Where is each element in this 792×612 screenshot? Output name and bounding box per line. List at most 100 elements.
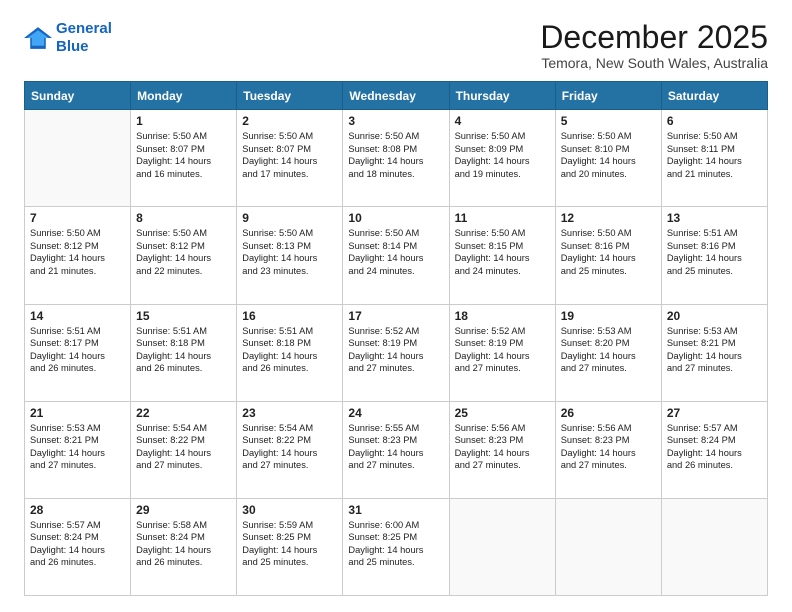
calendar-cell: 5 Sunrise: 5:50 AMSunset: 8:10 PMDaylight…: [555, 110, 661, 207]
cell-content: Sunrise: 5:54 AMSunset: 8:22 PMDaylight:…: [136, 422, 231, 472]
calendar-week-row: 1Sunrise: 5:50 AMSunset: 8:07 PMDaylight…: [25, 110, 768, 207]
day-number: 3: [348, 114, 443, 128]
day-number: 26: [561, 406, 656, 420]
cell-content: Sunrise: 5:50 AMSunset: 8:11 PMDaylight:…: [667, 130, 762, 180]
cell-content: Sunrise: 5:50 AMSunset: 8:09 PMDaylight:…: [455, 130, 550, 180]
day-number: 8: [136, 211, 231, 225]
calendar-cell: 2 Sunrise: 5:50 AMSunset: 8:07 PMDaylight…: [237, 110, 343, 207]
calendar-cell: 26 Sunrise: 5:56 AMSunset: 8:23 PMDayligh…: [555, 401, 661, 498]
day-number: 11: [455, 211, 550, 225]
day-number: 30: [242, 503, 337, 517]
day-number: 14: [30, 309, 125, 323]
calendar-cell: 25Sunrise: 5:56 AMSunset: 8:23 PMDayligh…: [449, 401, 555, 498]
calendar-cell: 13Sunrise: 5:51 AMSunset: 8:16 PMDayligh…: [661, 207, 767, 304]
calendar-cell: 28Sunrise: 5:57 AMSunset: 8:24 PMDayligh…: [25, 498, 131, 595]
day-number: 28: [30, 503, 125, 517]
calendar-cell: 10 Sunrise: 5:50 AMSunset: 8:14 PMDayligh…: [343, 207, 449, 304]
calendar-cell: 18Sunrise: 5:52 AMSunset: 8:19 PMDayligh…: [449, 304, 555, 401]
weekday-header-wednesday: Wednesday: [343, 82, 449, 110]
day-number: 31: [348, 503, 443, 517]
calendar-week-row: 28Sunrise: 5:57 AMSunset: 8:24 PMDayligh…: [25, 498, 768, 595]
calendar-week-row: 7 Sunrise: 5:50 AMSunset: 8:12 PMDaylight…: [25, 207, 768, 304]
cell-content: Sunrise: 5:50 AMSunset: 8:12 PMDaylight:…: [30, 227, 125, 277]
calendar-week-row: 21 Sunrise: 5:53 AMSunset: 8:21 PMDayligh…: [25, 401, 768, 498]
day-number: 5: [561, 114, 656, 128]
day-number: 24: [348, 406, 443, 420]
calendar-cell: 14 Sunrise: 5:51 AMSunset: 8:17 PMDayligh…: [25, 304, 131, 401]
day-number: 12: [561, 211, 656, 225]
calendar-cell: [661, 498, 767, 595]
cell-content: Sunrise: 5:56 AMSunset: 8:23 PMDaylight:…: [561, 422, 656, 472]
day-number: 19: [561, 309, 656, 323]
calendar-cell: 30 Sunrise: 5:59 AMSunset: 8:25 PMDayligh…: [237, 498, 343, 595]
cell-content: Sunrise: 5:55 AMSunset: 8:23 PMDaylight:…: [348, 422, 443, 472]
day-number: 29: [136, 503, 231, 517]
weekday-header-saturday: Saturday: [661, 82, 767, 110]
day-number: 4: [455, 114, 550, 128]
weekday-header-sunday: Sunday: [25, 82, 131, 110]
calendar-cell: 12Sunrise: 5:50 AMSunset: 8:16 PMDayligh…: [555, 207, 661, 304]
cell-content: Sunrise: 5:54 AMSunset: 8:22 PMDaylight:…: [242, 422, 337, 472]
day-number: 21: [30, 406, 125, 420]
day-number: 18: [455, 309, 550, 323]
calendar-table: SundayMondayTuesdayWednesdayThursdayFrid…: [24, 81, 768, 596]
cell-content: Sunrise: 6:00 AMSunset: 8:25 PMDaylight:…: [348, 519, 443, 569]
weekday-header-tuesday: Tuesday: [237, 82, 343, 110]
calendar-cell: 31 Sunrise: 6:00 AMSunset: 8:25 PMDayligh…: [343, 498, 449, 595]
page: General Blue December 2025 Temora, New S…: [0, 0, 792, 612]
cell-content: Sunrise: 5:51 AMSunset: 8:18 PMDaylight:…: [136, 325, 231, 375]
calendar-cell: 29 Sunrise: 5:58 AMSunset: 8:24 PMDayligh…: [131, 498, 237, 595]
cell-content: Sunrise: 5:50 AMSunset: 8:07 PMDaylight:…: [136, 130, 231, 180]
calendar-week-row: 14 Sunrise: 5:51 AMSunset: 8:17 PMDayligh…: [25, 304, 768, 401]
day-number: 16: [242, 309, 337, 323]
calendar-cell: 20Sunrise: 5:53 AMSunset: 8:21 PMDayligh…: [661, 304, 767, 401]
weekday-header-friday: Friday: [555, 82, 661, 110]
day-number: 9: [242, 211, 337, 225]
calendar-cell: [25, 110, 131, 207]
day-number: 10: [348, 211, 443, 225]
day-number: 22: [136, 406, 231, 420]
calendar-cell: 4 Sunrise: 5:50 AMSunset: 8:09 PMDaylight…: [449, 110, 555, 207]
cell-content: Sunrise: 5:52 AMSunset: 8:19 PMDaylight:…: [348, 325, 443, 375]
cell-content: Sunrise: 5:53 AMSunset: 8:21 PMDaylight:…: [30, 422, 125, 472]
day-number: 7: [30, 211, 125, 225]
day-number: 15: [136, 309, 231, 323]
title-block: December 2025 Temora, New South Wales, A…: [540, 20, 768, 71]
calendar-cell: 27 Sunrise: 5:57 AMSunset: 8:24 PMDayligh…: [661, 401, 767, 498]
day-number: 6: [667, 114, 762, 128]
cell-content: Sunrise: 5:50 AMSunset: 8:13 PMDaylight:…: [242, 227, 337, 277]
cell-content: Sunrise: 5:53 AMSunset: 8:20 PMDaylight:…: [561, 325, 656, 375]
calendar-cell: 19 Sunrise: 5:53 AMSunset: 8:20 PMDayligh…: [555, 304, 661, 401]
calendar-cell: 22 Sunrise: 5:54 AMSunset: 8:22 PMDayligh…: [131, 401, 237, 498]
day-number: 17: [348, 309, 443, 323]
cell-content: Sunrise: 5:59 AMSunset: 8:25 PMDaylight:…: [242, 519, 337, 569]
cell-content: Sunrise: 5:50 AMSunset: 8:07 PMDaylight:…: [242, 130, 337, 180]
cell-content: Sunrise: 5:51 AMSunset: 8:18 PMDaylight:…: [242, 325, 337, 375]
calendar-cell: 21 Sunrise: 5:53 AMSunset: 8:21 PMDayligh…: [25, 401, 131, 498]
calendar-cell: [449, 498, 555, 595]
calendar-cell: 11 Sunrise: 5:50 AMSunset: 8:15 PMDayligh…: [449, 207, 555, 304]
day-number: 27: [667, 406, 762, 420]
header: General Blue December 2025 Temora, New S…: [24, 20, 768, 71]
logo-icon: [24, 27, 52, 49]
cell-content: Sunrise: 5:56 AMSunset: 8:23 PMDaylight:…: [455, 422, 550, 472]
day-number: 2: [242, 114, 337, 128]
calendar-cell: 16 Sunrise: 5:51 AMSunset: 8:18 PMDayligh…: [237, 304, 343, 401]
logo-text: General Blue: [56, 20, 112, 56]
month-title: December 2025: [540, 20, 768, 55]
cell-content: Sunrise: 5:50 AMSunset: 8:10 PMDaylight:…: [561, 130, 656, 180]
logo: General Blue: [24, 20, 112, 56]
cell-content: Sunrise: 5:50 AMSunset: 8:15 PMDaylight:…: [455, 227, 550, 277]
cell-content: Sunrise: 5:58 AMSunset: 8:24 PMDaylight:…: [136, 519, 231, 569]
calendar-header: SundayMondayTuesdayWednesdayThursdayFrid…: [25, 82, 768, 110]
location-subtitle: Temora, New South Wales, Australia: [540, 55, 768, 71]
day-number: 20: [667, 309, 762, 323]
calendar-cell: 23Sunrise: 5:54 AMSunset: 8:22 PMDayligh…: [237, 401, 343, 498]
calendar-cell: 1Sunrise: 5:50 AMSunset: 8:07 PMDaylight…: [131, 110, 237, 207]
cell-content: Sunrise: 5:50 AMSunset: 8:12 PMDaylight:…: [136, 227, 231, 277]
cell-content: Sunrise: 5:51 AMSunset: 8:17 PMDaylight:…: [30, 325, 125, 375]
cell-content: Sunrise: 5:51 AMSunset: 8:16 PMDaylight:…: [667, 227, 762, 277]
calendar-cell: 15 Sunrise: 5:51 AMSunset: 8:18 PMDayligh…: [131, 304, 237, 401]
cell-content: Sunrise: 5:50 AMSunset: 8:14 PMDaylight:…: [348, 227, 443, 277]
cell-content: Sunrise: 5:57 AMSunset: 8:24 PMDaylight:…: [667, 422, 762, 472]
